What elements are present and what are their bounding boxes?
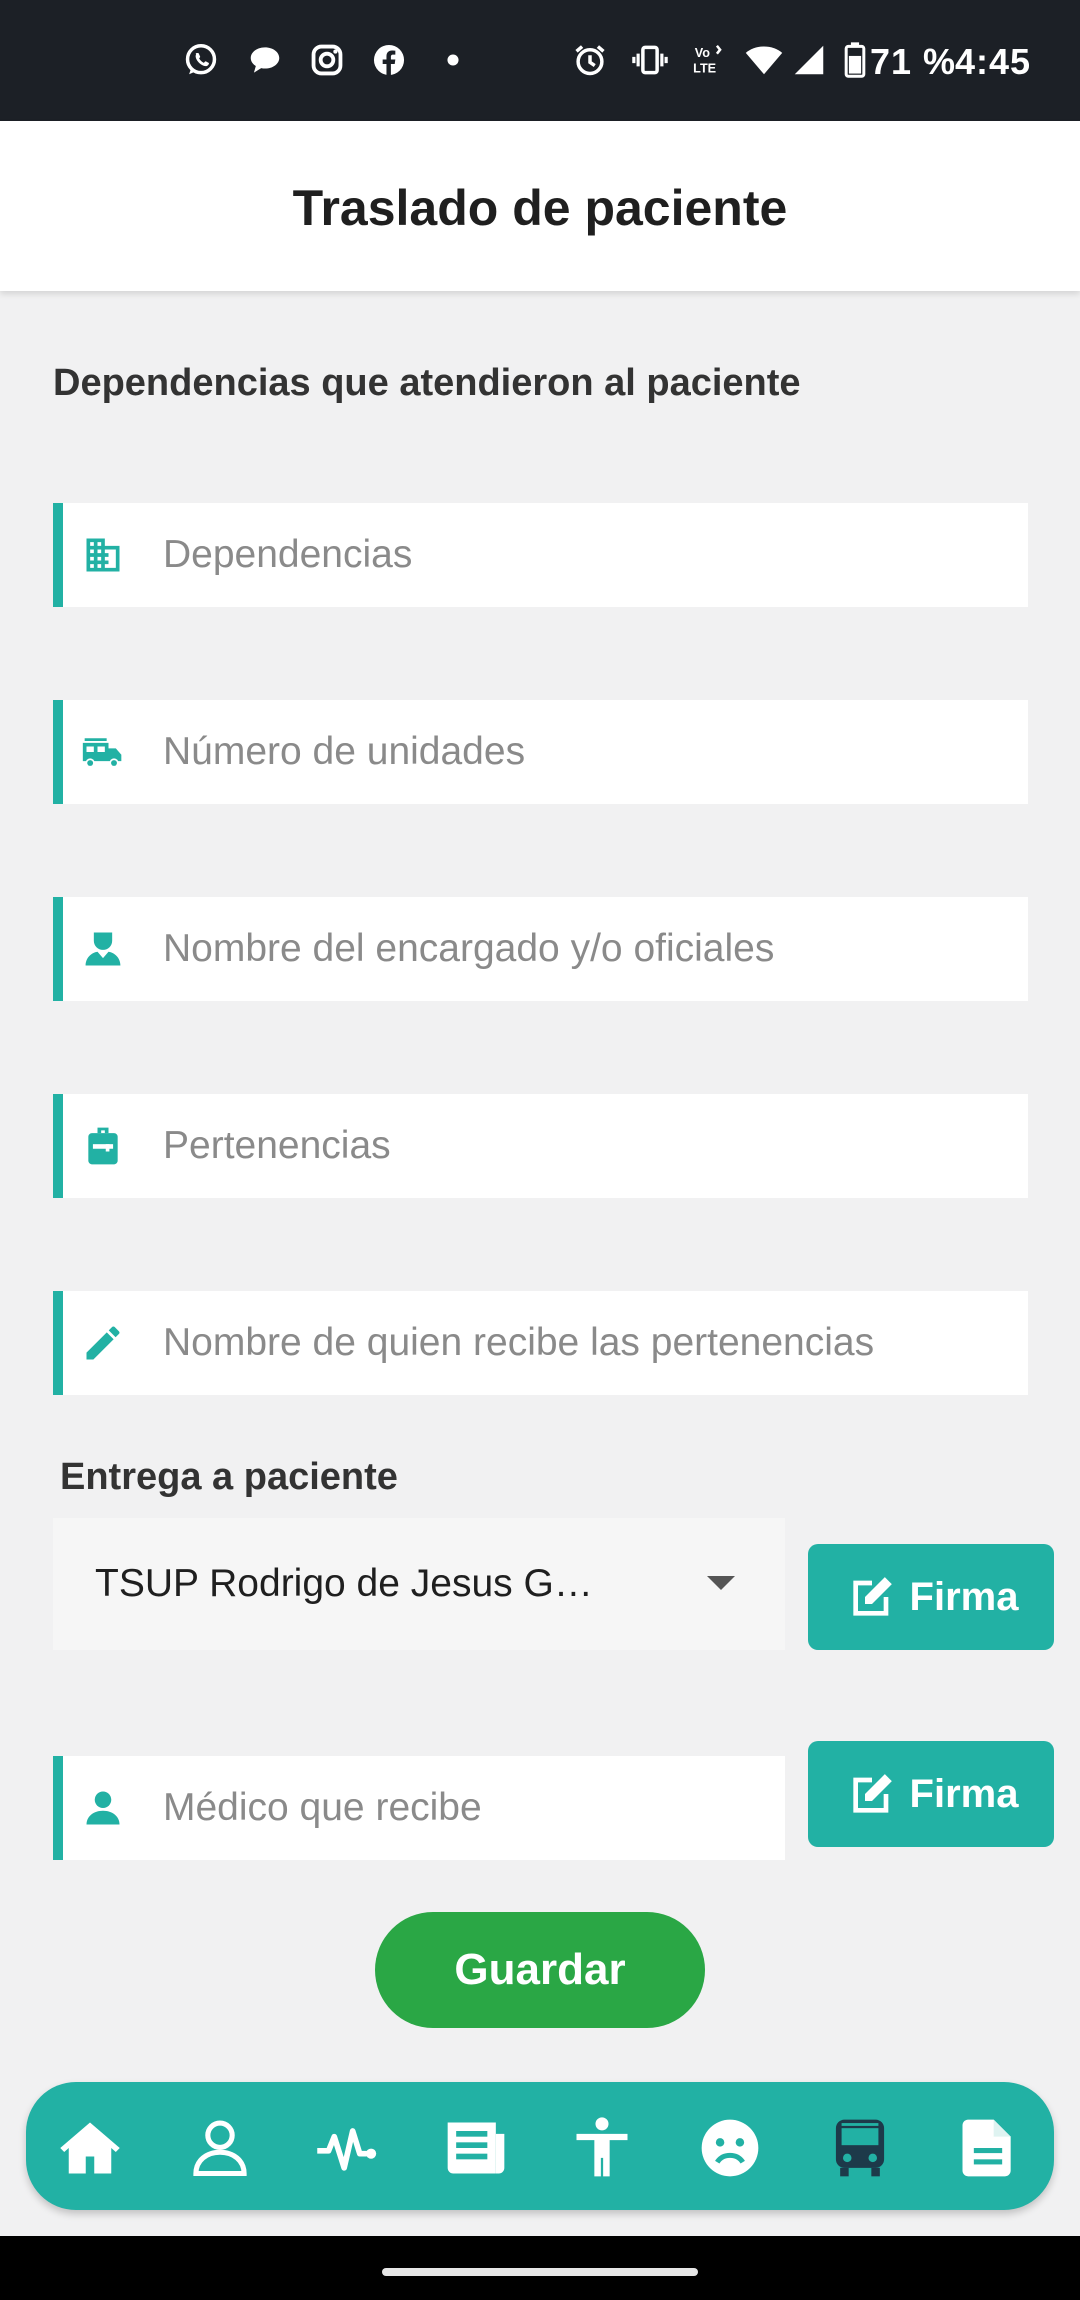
clock: 4:45 bbox=[955, 41, 1032, 82]
svg-text:LTE: LTE bbox=[693, 62, 716, 76]
officer-icon bbox=[81, 927, 125, 971]
unidades-field[interactable]: Número de unidades bbox=[53, 700, 1028, 804]
report-icon[interactable] bbox=[442, 2114, 510, 2182]
volte-icon: Vo LTE bbox=[689, 40, 729, 80]
dependencias-placeholder: Dependencias bbox=[163, 533, 413, 576]
body-icon[interactable] bbox=[568, 2114, 636, 2182]
encargado-placeholder: Nombre del encargado y/o oficiales bbox=[163, 927, 775, 970]
dot-icon bbox=[433, 40, 473, 80]
edit-icon bbox=[852, 1577, 892, 1616]
signal-icon bbox=[789, 40, 829, 80]
encargado-field[interactable]: Nombre del encargado y/o oficiales bbox=[53, 897, 1028, 1001]
instagram-icon bbox=[307, 40, 347, 80]
medico-field[interactable]: Médico que recibe bbox=[53, 1756, 785, 1860]
document-icon[interactable] bbox=[954, 2114, 1022, 2182]
firma-label: Firma bbox=[909, 1574, 1019, 1619]
vibrate-icon bbox=[630, 40, 670, 80]
fire-truck-icon bbox=[81, 730, 125, 774]
bottom-nav bbox=[26, 2082, 1054, 2210]
firma-entrega-button[interactable]: Firma bbox=[808, 1544, 1054, 1650]
pencil-icon bbox=[81, 1321, 125, 1365]
pertenencias-placeholder: Pertenencias bbox=[163, 1124, 391, 1167]
recibe-pertenencias-placeholder: Nombre de quien recibe las pertenencias bbox=[163, 1321, 875, 1364]
alarm-icon bbox=[570, 40, 610, 80]
status-bar: Vo LTE 71 % 4:45 bbox=[0, 0, 1080, 121]
entrega-selected-value: TSUP Rodrigo de Jesus G… bbox=[95, 1562, 593, 1605]
unidades-placeholder: Número de unidades bbox=[163, 730, 526, 773]
firma-medico-button[interactable]: Firma bbox=[808, 1741, 1054, 1847]
wifi-icon bbox=[742, 40, 786, 80]
pertenencias-field[interactable]: Pertenencias bbox=[53, 1094, 1028, 1198]
facebook-icon bbox=[369, 40, 409, 80]
firma-label: Firma bbox=[909, 1771, 1019, 1816]
chevron-down-icon bbox=[707, 1576, 735, 1590]
battery-icon bbox=[840, 40, 870, 80]
dependencias-field[interactable]: Dependencias bbox=[53, 503, 1028, 607]
whatsapp-icon bbox=[181, 40, 221, 80]
medico-placeholder: Médico que recibe bbox=[163, 1786, 482, 1829]
svg-text:Vo: Vo bbox=[695, 46, 711, 60]
user-icon bbox=[81, 1786, 125, 1830]
person-icon[interactable] bbox=[186, 2114, 254, 2182]
recibe-pertenencias-field[interactable]: Nombre de quien recibe las pertenencias bbox=[53, 1291, 1028, 1395]
app-header: Traslado de paciente bbox=[0, 121, 1080, 291]
sad-face-icon[interactable] bbox=[696, 2114, 764, 2182]
vitals-icon[interactable] bbox=[313, 2114, 381, 2182]
building-icon bbox=[81, 533, 125, 577]
home-gesture-bar[interactable] bbox=[382, 2268, 698, 2276]
backpack-icon bbox=[81, 1124, 125, 1168]
bus-icon[interactable] bbox=[826, 2114, 894, 2182]
section-title: Dependencias que atendieron al paciente bbox=[53, 362, 801, 404]
entrega-select[interactable]: TSUP Rodrigo de Jesus G… bbox=[53, 1518, 785, 1650]
battery-percent: 71 % bbox=[870, 41, 957, 82]
page-title: Traslado de paciente bbox=[292, 180, 788, 236]
home-icon[interactable] bbox=[56, 2114, 124, 2182]
guardar-button[interactable]: Guardar bbox=[375, 1912, 705, 2028]
entrega-label: Entrega a paciente bbox=[60, 1456, 398, 1498]
edit-icon bbox=[852, 1774, 892, 1813]
messages-icon bbox=[245, 40, 285, 80]
